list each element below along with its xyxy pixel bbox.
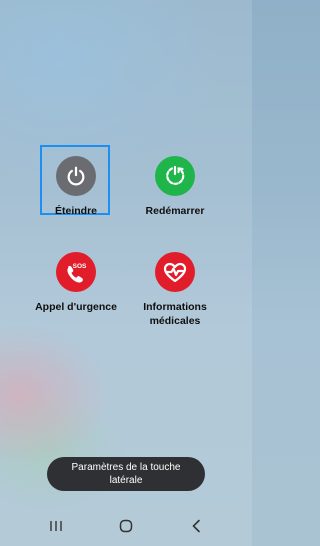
home-icon[interactable] [114,516,138,536]
sos-phone-icon: SOS [56,252,96,292]
power-off-option[interactable]: Éteindre [26,156,126,218]
recents-icon[interactable] [44,516,68,536]
navigation-bar [0,506,252,546]
power-icon [56,156,96,196]
side-key-settings-toast[interactable]: Paramètres de la touche latérale [47,457,205,491]
restart-label: Redémarrer [145,205,205,217]
restart-icon [155,156,195,196]
power-off-label: Éteindre [54,205,97,217]
restart-option[interactable]: Redémarrer [125,156,225,218]
emergency-call-label: Appel d'urgence [35,301,117,313]
medical-info-option[interactable]: Informations médicales [125,252,225,328]
back-icon[interactable] [184,516,208,536]
medical-info-label: Informations médicales [143,301,207,327]
sos-badge: SOS [73,263,87,270]
medical-heart-icon [155,252,195,292]
emergency-call-option[interactable]: SOS Appel d'urgence [26,252,126,314]
toast-text: Paramètres de la touche latérale [71,462,181,486]
